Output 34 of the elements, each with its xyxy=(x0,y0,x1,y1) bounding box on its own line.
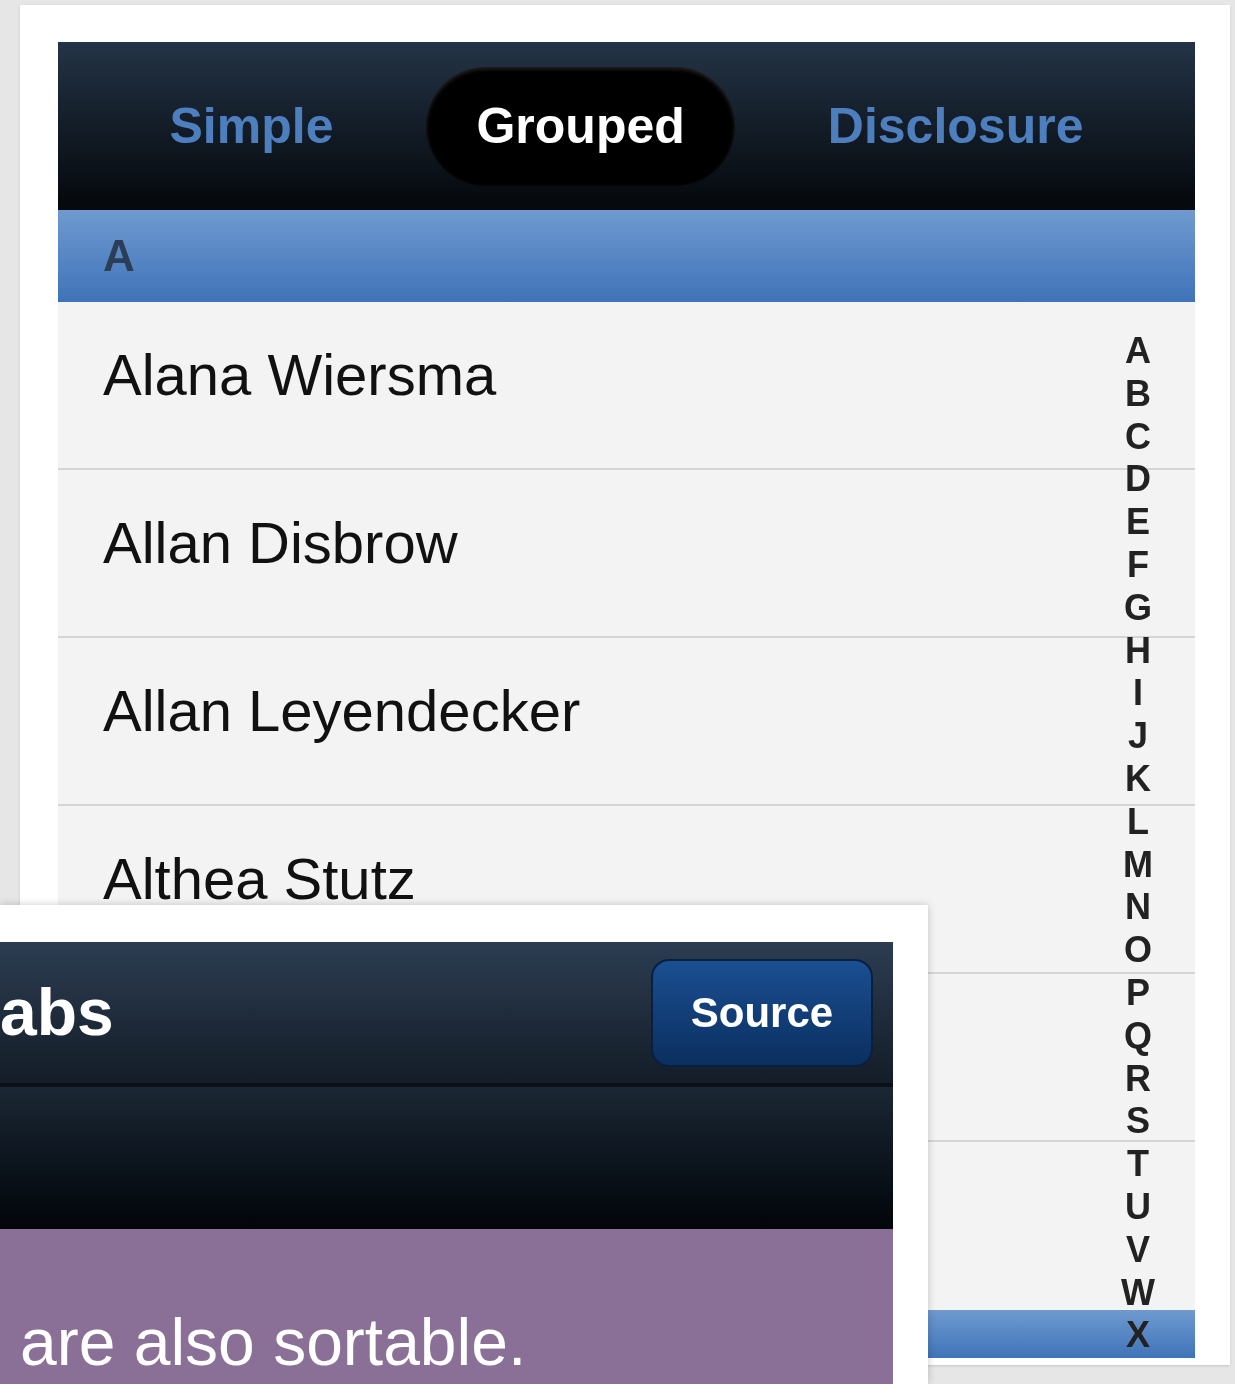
index-letter[interactable]: L xyxy=(1127,800,1149,844)
tab[interactable]: Grouped xyxy=(426,66,735,186)
message-text: are also sortable. xyxy=(20,1305,527,1379)
index-letter[interactable]: V xyxy=(1126,1228,1150,1272)
index-letter[interactable]: J xyxy=(1128,715,1148,758)
index-letter[interactable]: D xyxy=(1125,458,1151,502)
contact-name[interactable]: Alana Wiersma xyxy=(103,346,497,404)
index-letter[interactable]: B xyxy=(1125,372,1151,416)
index-letter[interactable]: H xyxy=(1125,629,1151,673)
navigation-title: abs xyxy=(0,974,114,1051)
contact-name[interactable]: Allan Disbrow xyxy=(103,514,458,572)
index-letter[interactable]: T xyxy=(1127,1143,1149,1186)
tab[interactable]: Disclosure xyxy=(777,66,1134,186)
index-letter[interactable]: Q xyxy=(1124,1014,1152,1058)
index-letter[interactable]: U xyxy=(1125,1185,1151,1229)
section-header: A xyxy=(58,210,1195,302)
index-letter[interactable]: M xyxy=(1123,843,1153,887)
index-letter[interactable]: A xyxy=(1125,330,1151,373)
index-letter[interactable]: C xyxy=(1125,415,1151,459)
index-letter[interactable]: K xyxy=(1125,757,1151,801)
index-letter[interactable]: O xyxy=(1124,929,1152,972)
index-letter[interactable]: S xyxy=(1126,1100,1150,1144)
index-letter[interactable]: N xyxy=(1125,886,1151,930)
index-letter[interactable]: R xyxy=(1125,1057,1151,1101)
index-letter[interactable]: F xyxy=(1127,544,1149,587)
index-letter[interactable]: X xyxy=(1126,1314,1150,1358)
index-letter[interactable]: G xyxy=(1124,586,1152,630)
contact-name[interactable]: Althea Stutz xyxy=(103,850,416,908)
source-button[interactable]: Source xyxy=(651,958,873,1067)
index-letter[interactable]: I xyxy=(1133,672,1143,716)
index-letter[interactable]: E xyxy=(1126,501,1150,544)
index-letter[interactable]: P xyxy=(1126,971,1150,1015)
tab[interactable]: Simple xyxy=(119,66,384,186)
index-letter[interactable]: W xyxy=(1121,1271,1155,1315)
